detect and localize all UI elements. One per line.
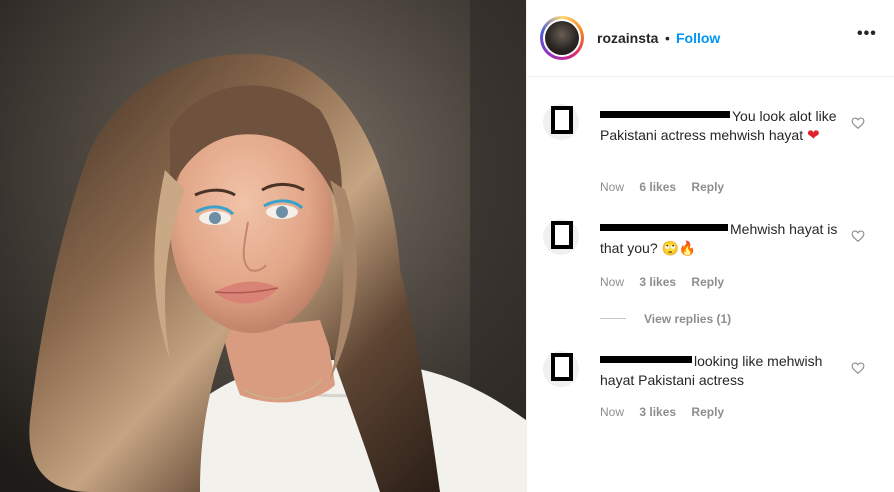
redacted-username	[600, 356, 692, 363]
more-horizontal-icon[interactable]: •••	[857, 26, 877, 45]
reply-button[interactable]: Reply	[691, 180, 724, 194]
heart-like-icon[interactable]	[851, 229, 865, 243]
follow-button[interactable]: Follow	[676, 30, 720, 46]
reply-button[interactable]: Reply	[691, 405, 724, 419]
comment-time: Now	[600, 405, 625, 419]
comments-panel: rozainsta • Follow ••• You look alot lik…	[526, 0, 894, 492]
comment-time: Now	[600, 180, 625, 194]
redacted-username	[600, 111, 730, 118]
redacted-username	[600, 224, 728, 231]
comment-meta: Now 6 likes Reply	[600, 180, 736, 194]
profile-avatar[interactable]	[540, 16, 584, 60]
comment-meta: Now 3 likes Reply	[600, 275, 736, 289]
comment-text: You look alot like Pakistani actress meh…	[600, 108, 837, 144]
view-replies-button[interactable]: View replies (1)	[644, 312, 731, 326]
comment-meta: Now 3 likes Reply	[600, 405, 736, 419]
comment-text: looking like mehwish hayat Pakistani act…	[600, 353, 823, 388]
separator-dot: •	[665, 30, 670, 46]
heart-like-icon[interactable]	[851, 116, 865, 130]
username-link[interactable]: rozainsta	[597, 30, 658, 46]
post-photo[interactable]	[0, 0, 526, 492]
post-header: rozainsta • Follow •••	[527, 0, 894, 77]
comment-time: Now	[600, 275, 625, 289]
comment-likes[interactable]: 3 likes	[639, 275, 676, 289]
cut-off-text	[647, 77, 737, 80]
comment-likes[interactable]: 3 likes	[639, 405, 676, 419]
reply-button[interactable]: Reply	[691, 275, 724, 289]
commenter-avatar[interactable]	[543, 104, 579, 140]
replies-divider	[600, 318, 626, 319]
comment-text: Mehwish hayat is that you? 🙄🔥	[600, 221, 838, 256]
portrait-image	[0, 0, 526, 492]
commenter-avatar[interactable]	[543, 351, 579, 387]
commenter-avatar[interactable]	[543, 219, 579, 255]
emoji-icons: 🙄🔥	[661, 240, 697, 256]
comment-likes[interactable]: 6 likes	[639, 180, 676, 194]
heart-like-icon[interactable]	[851, 361, 865, 375]
heart-emoji: ❤	[806, 127, 820, 144]
